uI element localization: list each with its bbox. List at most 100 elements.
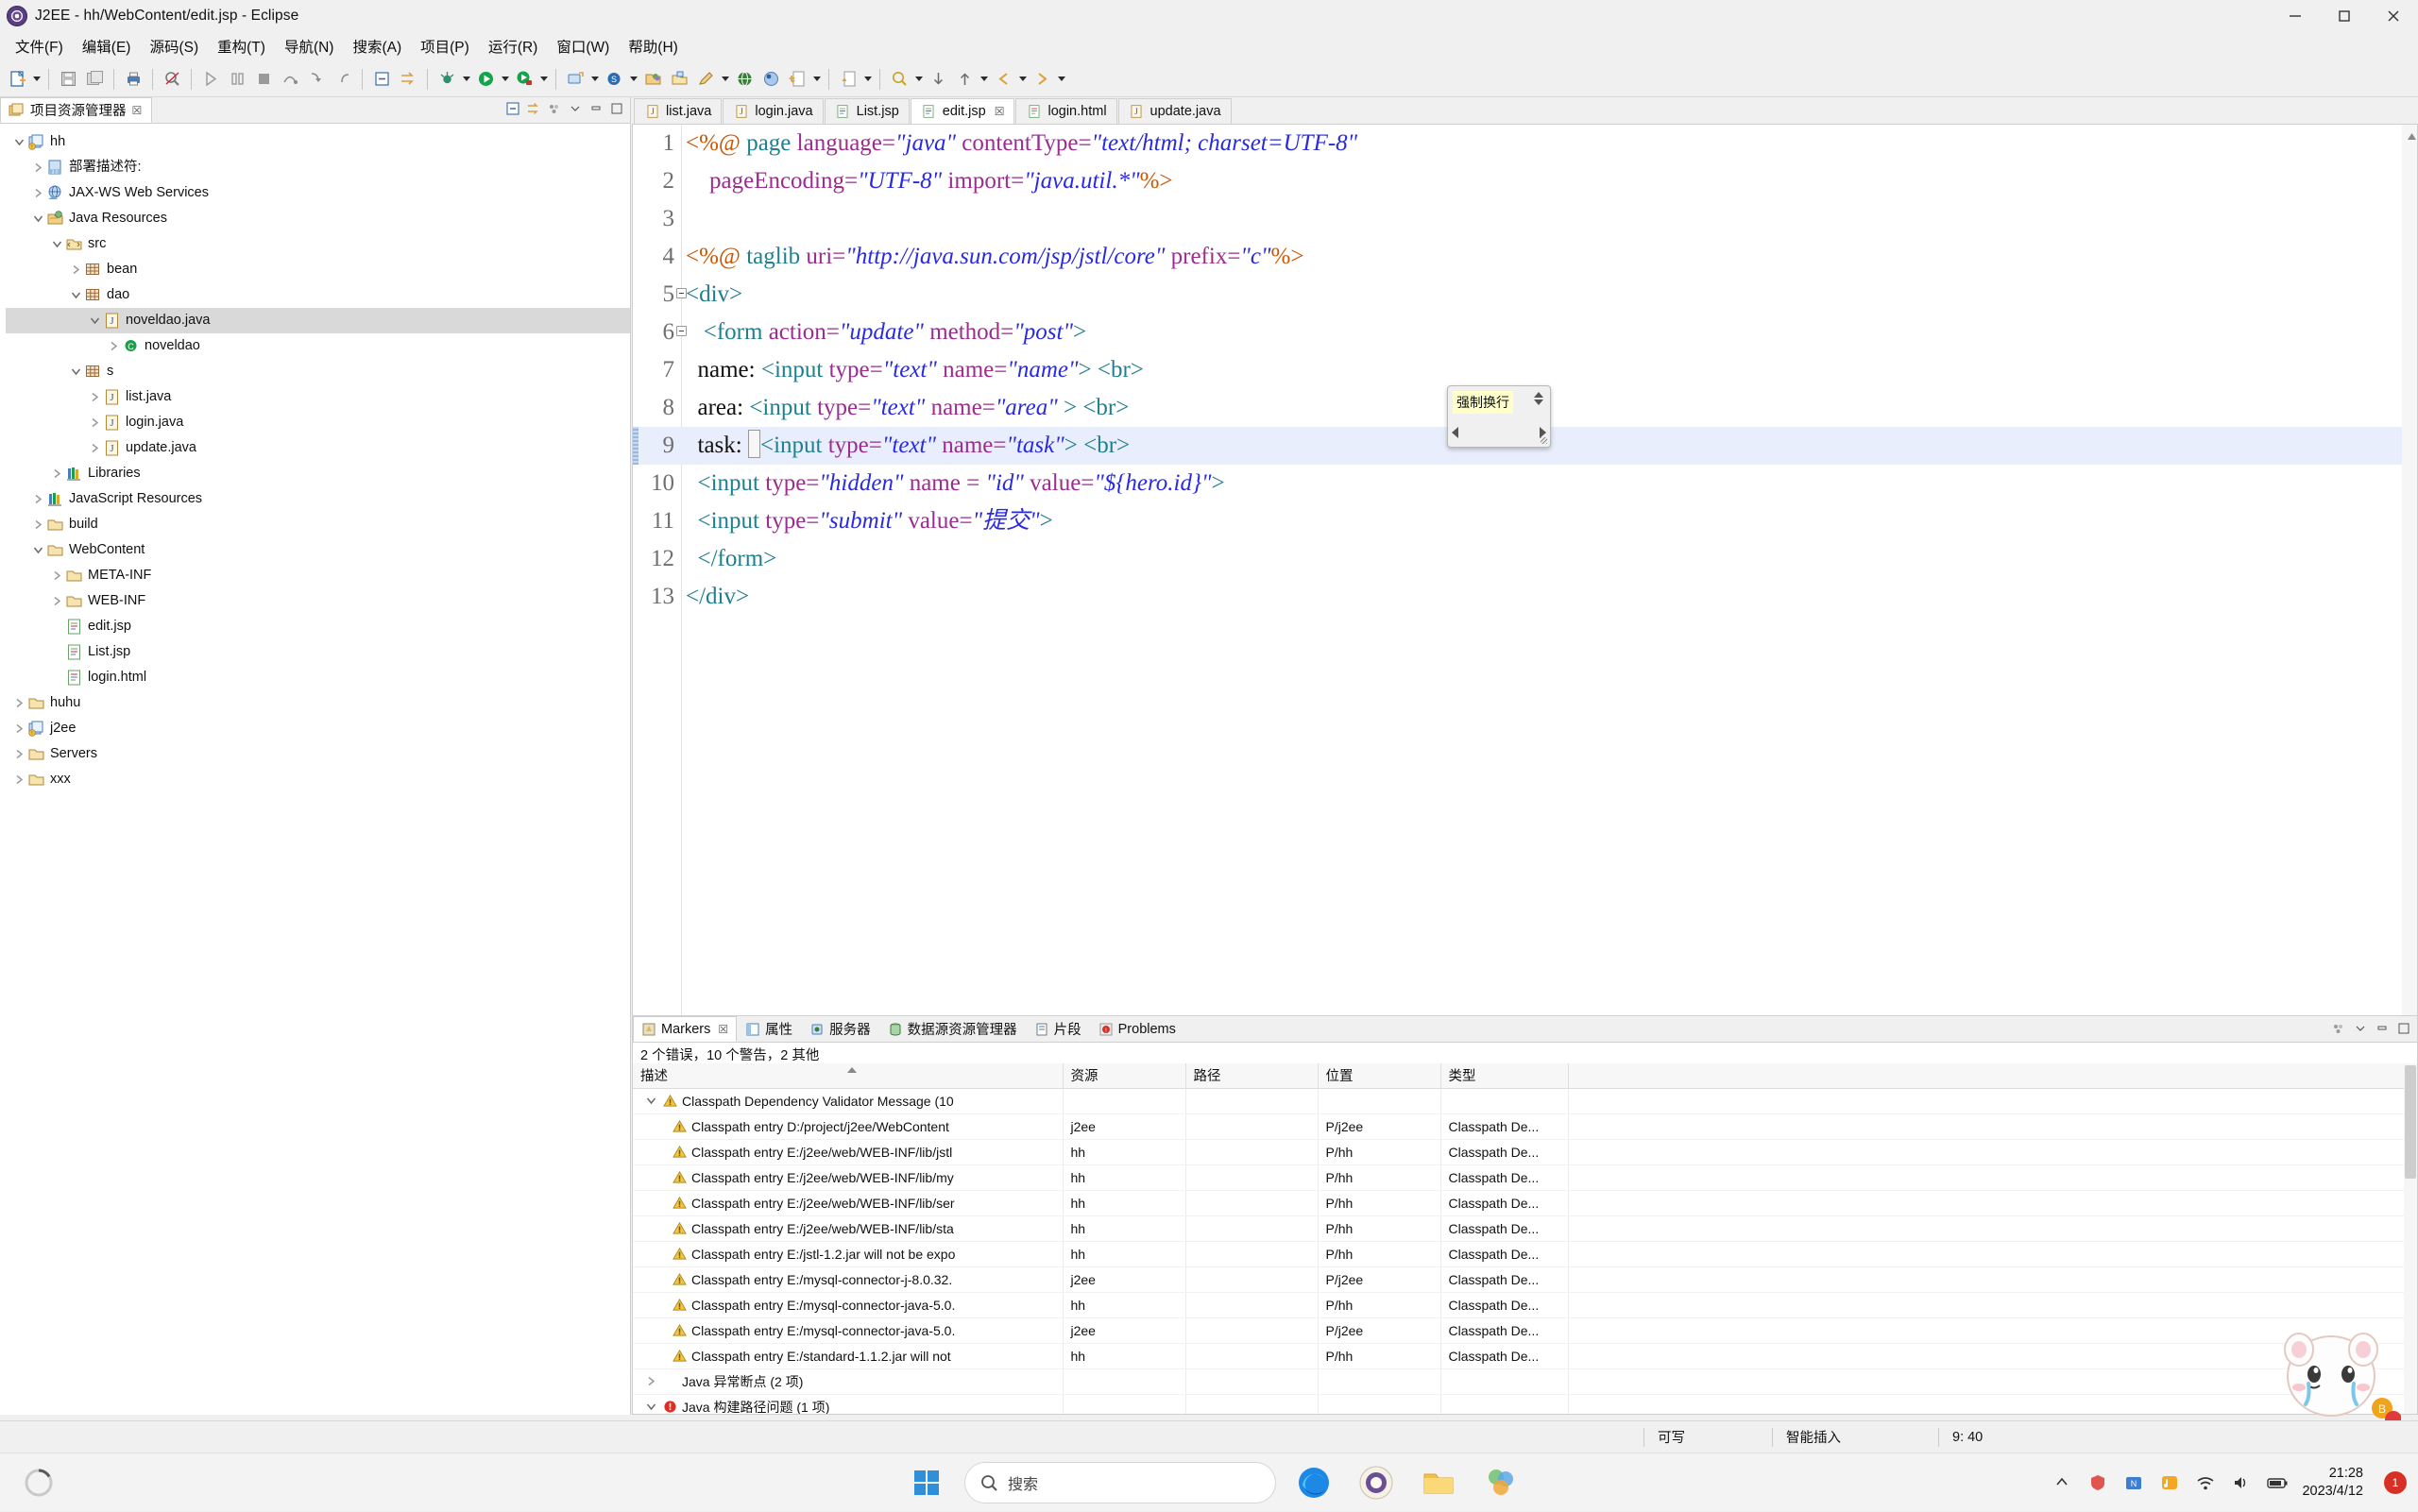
editor-body[interactable]: 1 <%@ page language="java" contentType="t… <box>632 124 2418 1042</box>
markers-minimize-icon[interactable] <box>2373 1019 2392 1038</box>
forward-icon[interactable] <box>1030 67 1054 92</box>
markers-column-header[interactable]: 路径 <box>1185 1063 1319 1089</box>
chevron-down-icon[interactable] <box>87 313 103 329</box>
open-resource-icon[interactable] <box>693 67 718 92</box>
markers-column-header[interactable]: 类型 <box>1440 1063 1569 1089</box>
minimize-button[interactable] <box>2271 0 2320 31</box>
chevron-right-icon[interactable] <box>106 338 122 354</box>
chevron-right-icon[interactable] <box>68 262 84 278</box>
chevron-right-icon[interactable] <box>87 389 103 405</box>
chevron-right-icon[interactable] <box>11 721 27 737</box>
markers-row[interactable]: Classpath entry E:/jstl-1.2.jar will not… <box>633 1241 2417 1267</box>
web-browser-icon[interactable] <box>732 67 757 92</box>
markers-row[interactable]: Java 异常断点 (2 项) <box>633 1368 2417 1395</box>
file-explorer-icon[interactable] <box>1414 1458 1463 1507</box>
tab-project-explorer[interactable]: 项目资源管理器 ☒ <box>0 97 153 123</box>
app-tray-icon[interactable]: N <box>2122 1471 2145 1494</box>
webservice-wizard-icon[interactable] <box>758 67 783 92</box>
editor-tabs[interactable]: Jlist.java Jlogin.java List.jsp edit.jsp ☒ lo… <box>632 97 2418 124</box>
editor-tab-login-html[interactable]: login.html <box>1015 98 1117 124</box>
maximize-view-icon[interactable] <box>607 99 626 118</box>
markers-cell-description[interactable]: Classpath entry E:/jstl-1.2.jar will not… <box>633 1241 1064 1267</box>
chevron-right-icon[interactable] <box>49 466 65 482</box>
tree-item-webcontent[interactable]: WebContent <box>6 537 630 563</box>
security-icon[interactable] <box>2086 1471 2109 1494</box>
markers-tab-markers[interactable]: Markers ☒ <box>633 1016 738 1042</box>
markers-row[interactable]: Classpath entry E:/j2ee/web/WEB-INF/lib/… <box>633 1139 2417 1165</box>
code-line[interactable]: 7 name: <input type="text" name="name"> … <box>633 351 2402 389</box>
chevron-right-icon[interactable] <box>11 695 27 711</box>
editor-tab-login-java[interactable]: Jlogin.java <box>723 98 824 124</box>
close-button[interactable] <box>2369 0 2418 31</box>
notification-badge[interactable]: 1 <box>2384 1471 2407 1494</box>
prev-annotation-icon[interactable] <box>952 67 977 92</box>
markers-cell-description[interactable]: Classpath entry E:/standard-1.1.2.jar wi… <box>633 1343 1064 1369</box>
run-dropdown-icon[interactable] <box>499 67 511 92</box>
markers-row[interactable]: Classpath entry E:/standard-1.1.2.jar wi… <box>633 1343 2417 1369</box>
import-icon[interactable] <box>785 67 809 92</box>
wifi-icon[interactable] <box>2194 1471 2217 1494</box>
taskbar-search-input[interactable]: 搜索 <box>964 1462 1276 1504</box>
link-editor-icon[interactable] <box>396 67 420 92</box>
save-icon[interactable] <box>56 67 80 92</box>
search-scope-icon[interactable] <box>160 67 184 92</box>
taskbar-clock[interactable]: 21:28 2023/4/12 <box>2302 1465 2371 1501</box>
export-dropdown-icon[interactable] <box>861 67 874 92</box>
chevron-down-icon[interactable] <box>68 364 84 380</box>
markers-tab-[interactable]: 属性 <box>737 1016 801 1042</box>
view-menu-icon[interactable] <box>545 99 564 118</box>
view-menu-caret-icon[interactable] <box>566 99 585 118</box>
export-icon[interactable] <box>836 67 860 92</box>
markers-cell-description[interactable]: Classpath entry E:/mysql-connector-java-… <box>633 1292 1064 1318</box>
markers-menu-caret-icon[interactable] <box>2351 1019 2370 1038</box>
markers-cell-description[interactable]: Classpath entry E:/mysql-connector-j-8.0… <box>633 1266 1064 1293</box>
menu-navigate[interactable]: 导航(N) <box>275 32 344 60</box>
menu-run[interactable]: 运行(R) <box>479 32 548 60</box>
menu-source[interactable]: 源码(S) <box>140 32 208 60</box>
code-line[interactable]: 13 </div> <box>633 578 2402 616</box>
next-annotation-icon[interactable] <box>926 67 950 92</box>
start-button[interactable] <box>902 1458 951 1507</box>
markers-row[interactable]: Classpath entry E:/j2ee/web/WEB-INF/lib/… <box>633 1164 2417 1191</box>
menu-refactor[interactable]: 重构(T) <box>208 32 275 60</box>
editor-tab-edit-jsp[interactable]: edit.jsp ☒ <box>910 98 1015 124</box>
fold-toggle-icon[interactable] <box>676 326 687 336</box>
search-history-dropdown-icon[interactable] <box>912 67 925 92</box>
music-app-icon[interactable] <box>2158 1471 2181 1494</box>
markers-row[interactable]: Classpath entry E:/mysql-connector-j-8.0… <box>633 1266 2417 1293</box>
markers-tab-[interactable]: 数据源资源管理器 <box>879 1016 1026 1042</box>
tree-item-login-java[interactable]: Jlogin.java <box>6 410 630 435</box>
print-icon[interactable] <box>121 67 145 92</box>
eclipse-icon[interactable] <box>1352 1458 1401 1507</box>
tree-item-huhu[interactable]: huhu <box>6 690 630 716</box>
code-line[interactable]: 2 pageEncoding="UTF-8" import="java.util… <box>633 162 2402 200</box>
markers-vertical-scrollbar[interactable] <box>2404 1063 2417 1414</box>
code-line[interactable]: 3 <box>633 200 2402 238</box>
tree-item-s[interactable]: s <box>6 359 630 384</box>
new-icon[interactable] <box>5 67 29 92</box>
back-icon[interactable] <box>991 67 1015 92</box>
markers-row[interactable]: Classpath entry E:/mysql-connector-java-… <box>633 1317 2417 1344</box>
tree-item-libraries[interactable]: Libraries <box>6 461 630 486</box>
chevron-right-icon[interactable] <box>49 568 65 584</box>
photos-icon[interactable] <box>1476 1458 1525 1507</box>
code-line[interactable]: 6 <form action="update" method="post"> <box>633 314 2402 351</box>
tree-item-bean[interactable]: bean <box>6 257 630 282</box>
step-return-icon[interactable] <box>331 67 355 92</box>
markers-cell-description[interactable]: Java 构建路径问题 (1 项) <box>633 1394 1064 1414</box>
markers-tab-problems[interactable]: ! Problems <box>1090 1016 1184 1042</box>
edge-icon[interactable] <box>1289 1458 1338 1507</box>
tree-item-list-jsp[interactable]: List.jsp <box>6 639 630 665</box>
chevron-down-icon[interactable] <box>644 1400 658 1414</box>
collapse-all-icon[interactable] <box>369 67 394 92</box>
tree-item-hh[interactable]: ! hh <box>6 129 630 155</box>
new-dropdown-icon[interactable] <box>30 67 43 92</box>
markers-header-row[interactable]: 描述 资源 路径 位置 类型 <box>633 1063 2417 1089</box>
project-tree[interactable]: ! hh 3.0 部署描述符: JAX-WS Web Services Java Reso… <box>0 124 630 792</box>
markers-tab-[interactable]: 服务器 <box>801 1016 879 1042</box>
markers-cell-description[interactable]: Classpath entry E:/mysql-connector-java-… <box>633 1317 1064 1344</box>
tree-item-[interactable]: 3.0 部署描述符: <box>6 155 630 180</box>
debug-dropdown-icon[interactable] <box>460 67 472 92</box>
tree-item-src[interactable]: src <box>6 231 630 257</box>
battery-icon[interactable] <box>2266 1471 2289 1494</box>
